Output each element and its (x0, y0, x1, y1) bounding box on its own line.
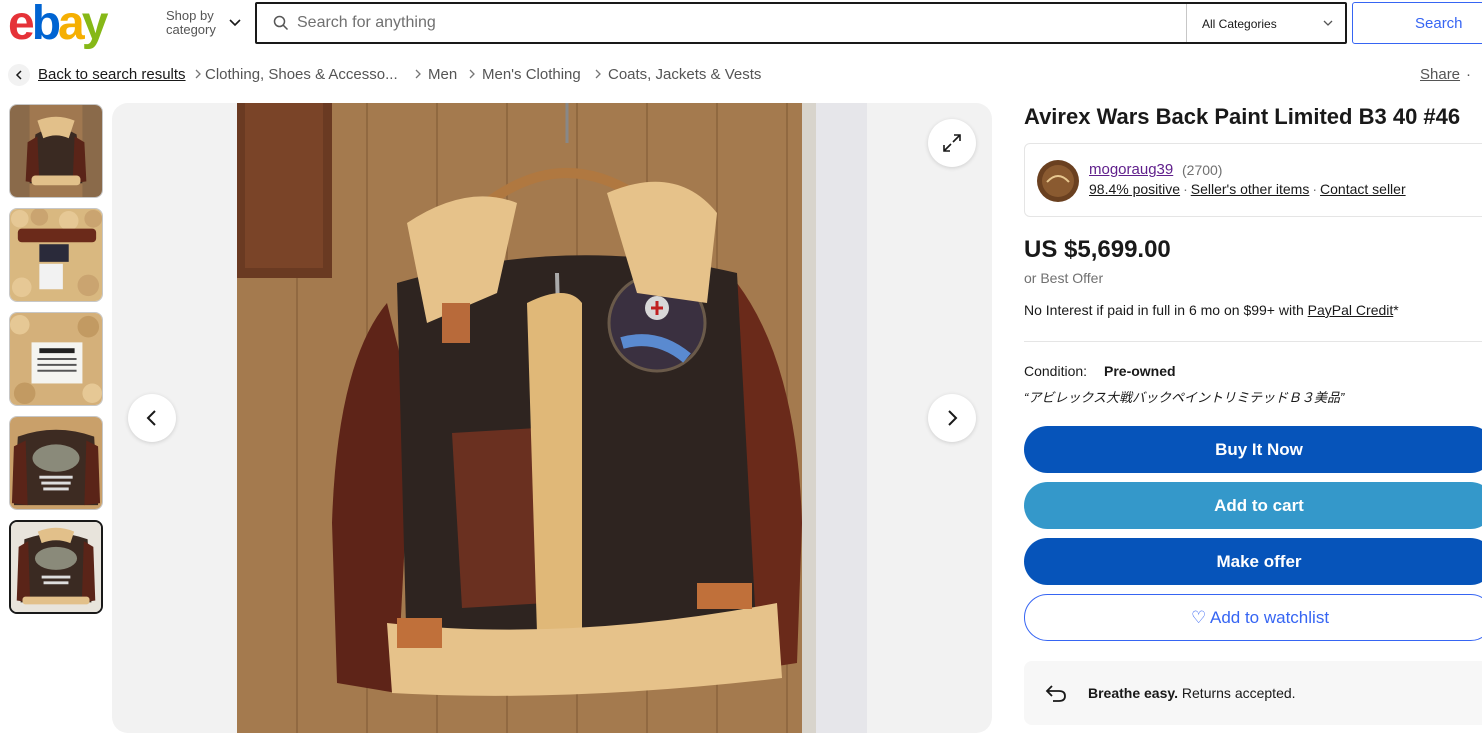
share-link[interactable]: Share (1420, 66, 1460, 83)
contact-seller-link[interactable]: Contact seller (1320, 181, 1406, 197)
chevron-right-icon (195, 69, 201, 79)
section-divider (1024, 341, 1482, 342)
avirex-tag-thumbnail-image (10, 313, 102, 405)
credit-suffix: * (1393, 302, 1399, 318)
chevron-right-icon (948, 410, 958, 426)
chevron-right-icon (415, 69, 421, 79)
chevron-right-icon (469, 69, 475, 79)
shop-by-category-button[interactable]: Shop by category (166, 9, 226, 37)
gallery-thumbnail[interactable] (9, 104, 103, 198)
chevron-down-icon (1323, 20, 1333, 26)
back-button[interactable] (8, 64, 30, 86)
chevron-down-icon[interactable] (228, 16, 242, 30)
seller-name-link[interactable]: mogoraug39 (1089, 161, 1173, 178)
breadcrumb-item[interactable]: Men (428, 66, 457, 83)
collar-label-thumbnail-image (10, 209, 102, 301)
jacket-front-thumbnail-image (10, 105, 102, 197)
seller-avatar-image (1037, 160, 1079, 202)
back-to-search-link[interactable]: Back to search results (38, 66, 186, 83)
breadcrumb-item[interactable]: Men's Clothing (482, 66, 581, 83)
breadcrumb-item[interactable]: Clothing, Shoes & Accesso... (205, 66, 398, 83)
category-select-label: All Categories (1202, 17, 1277, 31)
condition-value: Pre-owned (1104, 363, 1176, 379)
search-icon (273, 15, 289, 31)
seller-card: mogoraug39 (2700) 98.4% positive · Seller'… (1024, 143, 1482, 217)
credit-text: No Interest if paid in full in 6 mo on $… (1024, 302, 1308, 318)
condition-description: “アビレックス大戦バックペイントリミテッドＢ３美品” (1024, 390, 1345, 405)
seller-links: 98.4% positive · Seller's other items · Cont… (1089, 181, 1406, 197)
returns-banner: Breathe easy. Returns accepted. (1024, 661, 1482, 725)
category-select[interactable]: All Categories (1186, 4, 1345, 42)
chevron-right-icon (595, 69, 601, 79)
seller-feedback-count[interactable]: (2700) (1182, 162, 1222, 178)
gallery-thumbnail[interactable] (9, 312, 103, 406)
search-input[interactable] (297, 4, 1177, 42)
make-offer-button[interactable]: Make offer (1024, 538, 1482, 585)
item-price: US $5,699.00 (1024, 236, 1171, 263)
gallery-thumbnail-selected[interactable] (9, 520, 103, 614)
paypal-credit-info: No Interest if paid in full in 6 mo on $… (1024, 302, 1399, 318)
paypal-credit-link[interactable]: PayPal Credit (1308, 302, 1394, 318)
share-separator: · (1466, 66, 1471, 83)
main-image-viewer[interactable] (112, 103, 992, 733)
add-to-cart-button[interactable]: Add to cart (1024, 482, 1482, 529)
search-bar: All Categories (255, 2, 1347, 44)
separator-dot: · (1312, 181, 1318, 197)
expand-image-button[interactable] (928, 119, 976, 167)
chevron-left-icon (146, 410, 156, 426)
breadcrumb-item[interactable]: Coats, Jackets & Vests (608, 66, 761, 83)
seller-other-items-link[interactable]: Seller's other items (1191, 181, 1310, 197)
gallery-thumbnail[interactable] (9, 416, 103, 510)
seller-avatar[interactable] (1037, 160, 1079, 202)
ebay-logo[interactable]: ebay (8, 0, 108, 48)
seller-positive-link[interactable]: 98.4% positive (1089, 181, 1180, 197)
jacket-back-thumbnail-image (10, 417, 102, 509)
returns-text: Breathe easy. Returns accepted. (1088, 685, 1296, 701)
product-photo-jacket (237, 103, 867, 733)
search-button[interactable]: Search (1352, 2, 1482, 44)
gallery-thumbnail[interactable] (9, 208, 103, 302)
jacket-back-full-thumbnail-image (11, 522, 101, 612)
buy-it-now-button[interactable]: Buy It Now (1024, 426, 1482, 473)
expand-icon (943, 134, 961, 152)
add-to-watchlist-button[interactable]: ♡ Add to watchlist (1024, 594, 1482, 641)
return-arrow-icon (1045, 685, 1066, 702)
next-image-button[interactable] (928, 394, 976, 442)
listing-title: Avirex Wars Back Paint Limited B3 40 #46 (1024, 104, 1461, 129)
previous-image-button[interactable] (128, 394, 176, 442)
best-offer-text: or Best Offer (1024, 270, 1104, 286)
separator-dot: · (1183, 181, 1188, 197)
chevron-left-icon (15, 70, 22, 80)
condition-label: Condition: (1024, 363, 1088, 379)
